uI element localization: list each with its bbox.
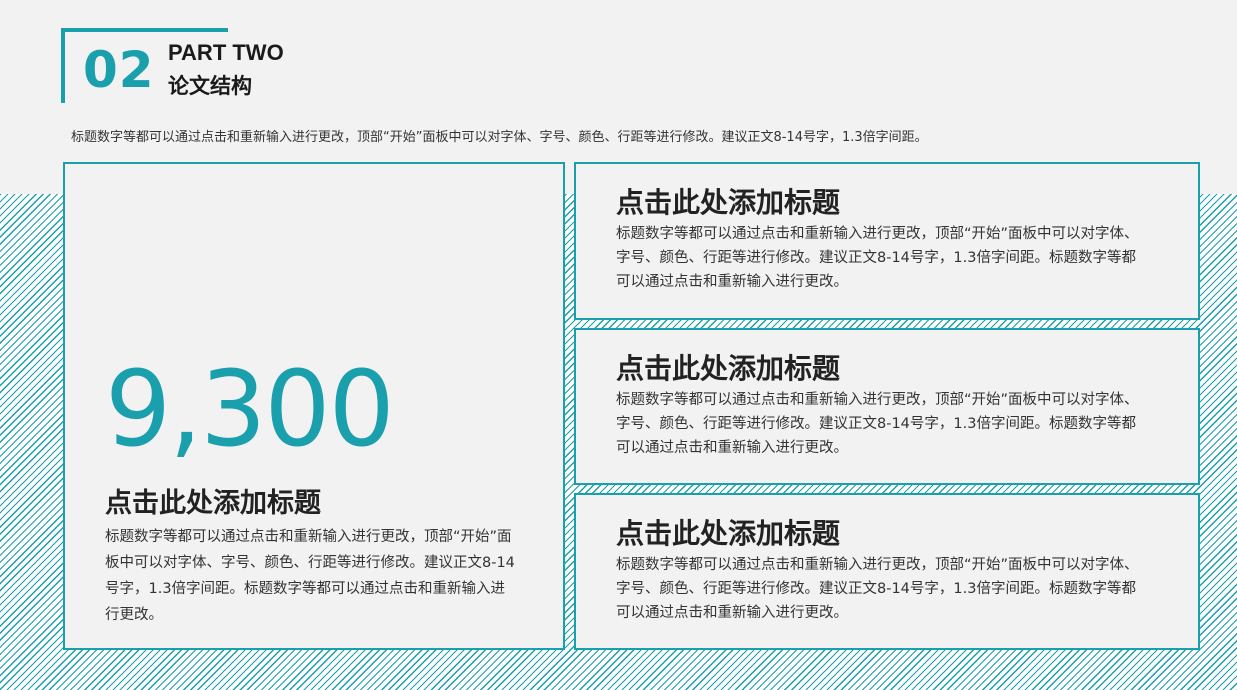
card-title[interactable]: 点击此处添加标题 — [616, 184, 840, 222]
header-bracket-top — [61, 28, 228, 32]
content-card-1: 点击此处添加标题 标题数字等都可以通过点击和重新输入进行更改，顶部“开始”面板中… — [574, 162, 1200, 320]
part-label[interactable]: PART TWO — [168, 40, 284, 66]
feature-body[interactable]: 标题数字等都可以通过点击和重新输入进行更改，顶部“开始”面板中可以对字体、字号、… — [105, 524, 517, 628]
feature-title[interactable]: 点击此处添加标题 — [105, 486, 321, 522]
section-title[interactable]: 论文结构 — [168, 72, 252, 100]
feature-number[interactable]: 9,300 — [105, 349, 395, 469]
feature-card: 9,300 点击此处添加标题 标题数字等都可以通过点击和重新输入进行更改，顶部“… — [63, 162, 565, 650]
section-number[interactable]: 02 — [83, 40, 155, 100]
card-title[interactable]: 点击此处添加标题 — [616, 515, 840, 553]
card-body[interactable]: 标题数字等都可以通过点击和重新输入进行更改，顶部“开始”面板中可以对字体、字号、… — [616, 388, 1146, 460]
header-bracket-left — [61, 28, 65, 103]
intro-text[interactable]: 标题数字等都可以通过点击和重新输入进行更改，顶部“开始”面板中可以对字体、字号、… — [71, 128, 928, 148]
content-card-2: 点击此处添加标题 标题数字等都可以通过点击和重新输入进行更改，顶部“开始”面板中… — [574, 328, 1200, 485]
card-body[interactable]: 标题数字等都可以通过点击和重新输入进行更改，顶部“开始”面板中可以对字体、字号、… — [616, 222, 1146, 294]
card-body[interactable]: 标题数字等都可以通过点击和重新输入进行更改，顶部“开始”面板中可以对字体、字号、… — [616, 553, 1146, 625]
content-card-3: 点击此处添加标题 标题数字等都可以通过点击和重新输入进行更改，顶部“开始”面板中… — [574, 493, 1200, 650]
card-title[interactable]: 点击此处添加标题 — [616, 350, 840, 388]
